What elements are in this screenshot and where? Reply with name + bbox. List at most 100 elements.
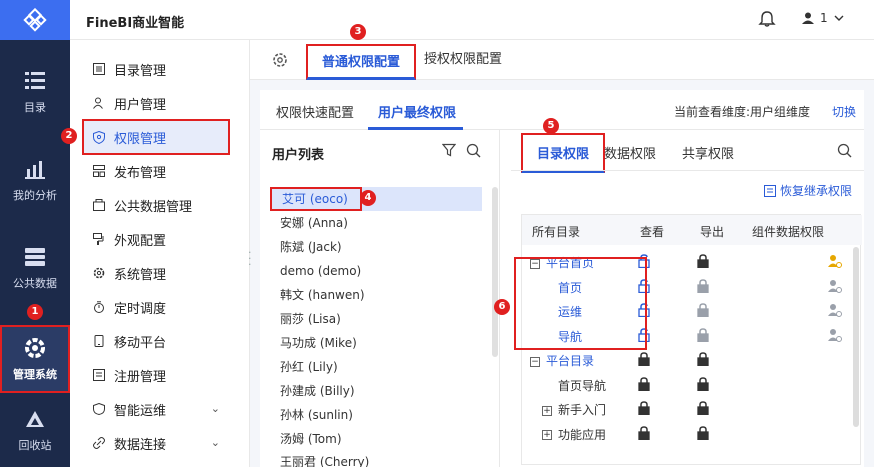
ops-icon <box>92 402 106 416</box>
tab-catalog-permission[interactable]: 目录权限 <box>521 133 606 173</box>
rail-item-public-data[interactable]: 公共数据 <box>0 238 70 298</box>
menu-item-catalog-mgmt[interactable]: 目录管理 <box>84 54 230 84</box>
table-row[interactable]: 导航 <box>522 323 852 347</box>
lock-icon[interactable] <box>697 352 709 367</box>
settings-gear-icon[interactable] <box>272 52 288 68</box>
table-row[interactable]: 首页导航 <box>522 372 852 396</box>
logo[interactable] <box>0 0 70 40</box>
catalog-name[interactable]: 运维 <box>558 303 582 320</box>
bell-icon[interactable] <box>758 10 776 28</box>
lock-icon[interactable] <box>697 327 709 342</box>
user-row[interactable]: demo (demo) <box>270 259 482 283</box>
unlock-icon[interactable] <box>638 327 650 342</box>
expand-icon[interactable]: + <box>542 430 552 440</box>
user-settings-icon[interactable] <box>828 303 842 317</box>
table-row[interactable]: 首页 <box>522 274 852 298</box>
lock-icon[interactable] <box>697 401 709 416</box>
lock-icon[interactable] <box>697 425 709 440</box>
expand-icon[interactable]: + <box>542 405 552 416</box>
table-row[interactable]: − 平台目录 <box>522 347 852 371</box>
user-row[interactable]: 马功成 (Mike) <box>270 331 482 355</box>
user-settings-icon[interactable] <box>828 279 842 293</box>
step-badge: 3 <box>350 24 366 40</box>
menu-item-scheduling[interactable]: 定时调度 <box>84 292 230 322</box>
table-row[interactable]: 运维 <box>522 298 852 322</box>
list-icon <box>92 62 106 76</box>
lock-icon[interactable] <box>697 254 709 269</box>
publish-icon <box>92 164 106 178</box>
user-row[interactable]: 陈斌 (Jack) <box>270 235 482 259</box>
catalog-name[interactable]: 首页导航 <box>558 377 606 394</box>
tab-grant-permission[interactable]: 授权权限配置 <box>424 40 502 80</box>
lock-icon[interactable] <box>697 303 709 318</box>
restore-inherit-button[interactable]: 恢复继承权限 <box>763 182 852 199</box>
menu-item-public-data-mgmt[interactable]: 公共数据管理 <box>84 190 230 220</box>
user-row[interactable]: 汤姆 (Tom) <box>270 427 482 451</box>
menu-item-appearance[interactable]: 外观配置 <box>84 224 230 254</box>
unlock-icon[interactable] <box>638 254 650 269</box>
lock-icon[interactable] <box>638 425 650 440</box>
drag-handle[interactable]: · · · <box>248 247 252 270</box>
switch-dimension-link[interactable]: 切换 <box>832 103 856 120</box>
catalog-name[interactable]: 导航 <box>558 328 582 345</box>
admin-menu: 目录管理 用户管理 权限管理 发布管理 公共数据管理 外观配置 系统管理 定时调… <box>70 40 250 467</box>
box-icon <box>92 198 106 212</box>
rail-item-analysis[interactable]: 我的分析 <box>0 150 70 210</box>
tab-share-permission[interactable]: 共享权限 <box>682 143 734 162</box>
unlock-icon[interactable] <box>638 303 650 318</box>
menu-item-smart-ops[interactable]: 智能运维 ⌄ <box>84 394 230 424</box>
tab-normal-permission[interactable]: 普通权限配置 <box>306 44 417 80</box>
user-row[interactable]: 丽莎 (Lisa) <box>270 307 482 331</box>
menu-label: 公共数据管理 <box>114 199 193 215</box>
menu-item-registration[interactable]: 注册管理 <box>84 360 230 390</box>
user-row[interactable]: 孙红 (Lily) <box>270 355 482 379</box>
user-settings-icon[interactable] <box>828 328 842 342</box>
user-settings-icon[interactable] <box>828 254 842 268</box>
filter-icon[interactable] <box>442 143 456 157</box>
rail-item-admin-system[interactable]: 管理系统 <box>0 325 70 393</box>
lock-icon[interactable] <box>697 376 709 391</box>
table-row[interactable]: + 新手入门 <box>522 396 852 420</box>
permission-scrollbar[interactable] <box>853 247 859 427</box>
chevron-down-icon[interactable]: ⌄ <box>211 402 220 415</box>
rail-item-recycle[interactable]: 回收站 <box>0 400 70 460</box>
menu-item-user-mgmt[interactable]: 用户管理 <box>84 88 230 118</box>
restore-label: 恢复继承权限 <box>779 184 852 198</box>
table-row[interactable]: − 平台首页 <box>522 249 852 273</box>
collapse-icon[interactable]: − <box>530 258 540 269</box>
menu-item-publish-mgmt[interactable]: 发布管理 <box>84 156 230 186</box>
tab-final-permission[interactable]: 用户最终权限 <box>378 102 456 121</box>
user-row[interactable]: 孙林 (sunlin) <box>270 403 482 427</box>
search-icon[interactable] <box>466 143 481 158</box>
menu-item-system-mgmt[interactable]: 系统管理 <box>84 258 230 288</box>
user-row[interactable]: 艾可 (eoco) <box>270 187 362 211</box>
chevron-down-icon[interactable]: ⌄ <box>211 436 220 449</box>
search-icon[interactable] <box>837 143 852 158</box>
step-badge: 5 <box>543 118 559 134</box>
menu-item-permission-mgmt[interactable]: 权限管理 <box>82 119 230 155</box>
tab-quick-config[interactable]: 权限快速配置 <box>276 102 354 121</box>
menu-item-mobile[interactable]: 移动平台 <box>84 326 230 356</box>
catalog-name[interactable]: + 功能应用 <box>542 426 606 443</box>
user-row[interactable]: 王丽君 (Cherry) <box>270 451 482 467</box>
collapse-icon[interactable]: − <box>530 356 540 367</box>
catalog-name[interactable]: + 新手入门 <box>542 401 606 418</box>
user-row[interactable]: 安娜 (Anna) <box>270 211 482 235</box>
table-row[interactable]: + 功能应用 <box>522 421 852 445</box>
catalog-label: 平台目录 <box>546 354 595 368</box>
lock-icon[interactable] <box>638 376 650 391</box>
menu-item-data-connection[interactable]: 数据连接 ⌄ <box>84 428 230 458</box>
catalog-name[interactable]: − 平台首页 <box>530 254 594 271</box>
tab-data-permission[interactable]: 数据权限 <box>604 143 656 162</box>
rail-item-catalog[interactable]: 目录 <box>0 62 70 122</box>
catalog-name[interactable]: 首页 <box>558 279 582 296</box>
user-row[interactable]: 韩文 (hanwen) <box>270 283 482 307</box>
catalog-name[interactable]: − 平台目录 <box>530 352 594 369</box>
user-menu[interactable]: 1 <box>802 11 844 25</box>
lock-icon[interactable] <box>697 278 709 293</box>
unlock-icon[interactable] <box>638 278 650 293</box>
user-list-scrollbar[interactable] <box>492 187 498 357</box>
lock-icon[interactable] <box>638 352 650 367</box>
user-row[interactable]: 孙建成 (Billy) <box>270 379 482 403</box>
lock-icon[interactable] <box>638 401 650 416</box>
